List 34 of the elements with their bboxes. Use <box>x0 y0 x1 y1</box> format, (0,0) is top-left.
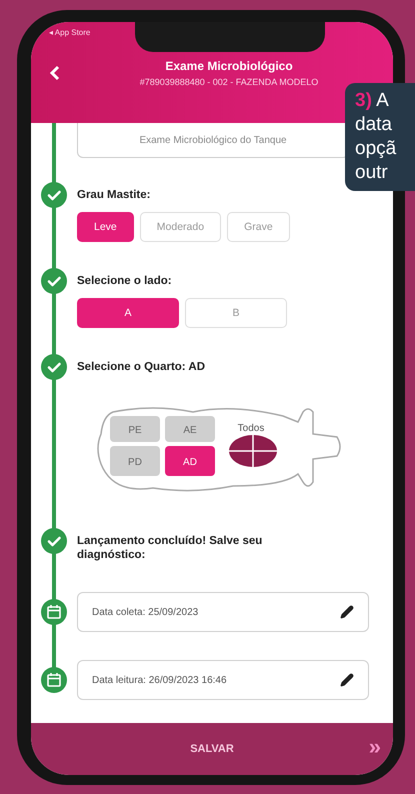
quarter-button[interactable]: PE <box>110 416 160 442</box>
step-label: Selecione o Quarto: AD <box>77 360 206 374</box>
date-field[interactable]: Data leitura: 26/09/2023 16:46 <box>77 660 369 700</box>
screen-title: Exame Microbiológico <box>165 59 293 73</box>
screen-subtitle: #789039888480 - 002 - FAZENDA MODELO <box>140 77 318 87</box>
edit-icon[interactable] <box>340 605 354 619</box>
calendar-icon <box>41 599 67 625</box>
status-back-link[interactable]: ◂ App Store <box>49 28 90 37</box>
callout-text: 3) A <box>355 89 390 113</box>
next-button[interactable]: » <box>368 736 381 758</box>
callout-text: opçã <box>355 137 398 161</box>
all-quarters-label: Todos <box>238 423 264 434</box>
check-icon <box>41 268 67 294</box>
edit-icon[interactable] <box>340 673 354 687</box>
option-button[interactable]: Leve <box>77 212 134 242</box>
check-icon <box>41 528 67 554</box>
callout-text: outr <box>355 161 389 185</box>
option-button[interactable]: Moderado <box>140 212 222 242</box>
step-label: Lançamento concluído! Salve seu diagnóstico: <box>77 534 264 562</box>
option-button[interactable]: B <box>185 298 287 328</box>
quarter-button[interactable]: AE <box>165 416 215 442</box>
option-button[interactable]: A <box>77 298 179 328</box>
step-label: Grau Mastite: <box>77 188 152 202</box>
all-quarters-button[interactable] <box>229 435 277 467</box>
check-icon <box>41 354 67 380</box>
date-field[interactable]: Data coleta: 25/09/2023 <box>77 592 369 632</box>
quarter-button[interactable]: AD <box>165 446 215 476</box>
calendar-icon <box>41 667 67 693</box>
save-button[interactable]: SALVAR <box>184 742 240 756</box>
check-icon <box>41 182 67 208</box>
quarter-button[interactable]: PD <box>110 446 160 476</box>
option-button[interactable]: Grave <box>227 212 290 242</box>
callout-text: data <box>355 113 393 137</box>
step-label: Selecione o lado: <box>77 274 173 288</box>
